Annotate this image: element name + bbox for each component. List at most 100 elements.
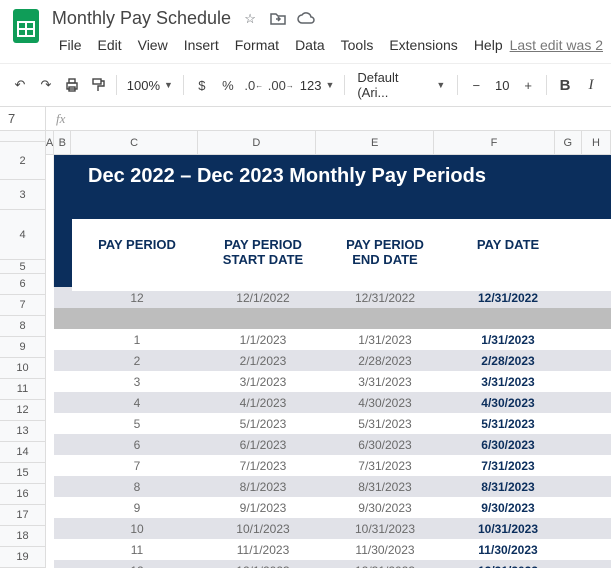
fx-label: fx	[46, 111, 75, 127]
star-icon[interactable]: ☆	[241, 10, 259, 28]
sheets-logo[interactable]	[8, 8, 44, 44]
col-header-end-date: PAY PERIODEND DATE	[324, 227, 446, 277]
cell-period: 12	[72, 564, 202, 569]
paint-format-button[interactable]	[86, 72, 110, 98]
move-icon[interactable]	[269, 10, 287, 28]
col-header-D[interactable]: D	[198, 131, 316, 154]
table-row[interactable]: 66/1/20236/30/20236/30/2023	[54, 434, 611, 455]
cell-start: 8/1/2023	[202, 480, 324, 494]
menu-data[interactable]: Data	[288, 33, 332, 57]
cell-paydate: 9/30/2023	[446, 501, 570, 515]
row-header-14[interactable]: 14	[0, 442, 45, 463]
col-header-A[interactable]: A	[46, 131, 54, 154]
cell-end: 5/31/2023	[324, 417, 446, 431]
cell-start: 2/1/2023	[202, 354, 324, 368]
row-header-18[interactable]: 18	[0, 526, 45, 547]
row-header-2[interactable]: 2	[0, 142, 45, 180]
sheet-title: Dec 2022 – Dec 2023 Monthly Pay Periods	[72, 155, 611, 188]
font-size-increase[interactable]: +	[516, 72, 540, 98]
menu-view[interactable]: View	[131, 33, 175, 57]
name-box[interactable]: 7	[0, 107, 46, 130]
cell-period: 4	[72, 396, 202, 410]
bold-button[interactable]: B	[553, 72, 577, 98]
menu-format[interactable]: Format	[228, 33, 286, 57]
formula-input[interactable]	[75, 107, 611, 130]
currency-button[interactable]: $	[190, 72, 214, 98]
cell-start: 1/1/2023	[202, 333, 324, 347]
table-row[interactable]: 88/1/20238/31/20238/31/2023	[54, 476, 611, 497]
col-header-C[interactable]: C	[71, 131, 197, 154]
number-format-selector[interactable]: 123▼	[296, 78, 339, 93]
row-header-12[interactable]: 12	[0, 400, 45, 421]
row-headers: 2345678910111213141516171819	[0, 142, 46, 568]
app-header: Monthly Pay Schedule ☆ FileEditViewInser…	[0, 0, 611, 57]
cell-period: 11	[72, 543, 202, 557]
cell-paydate: 4/30/2023	[446, 396, 570, 410]
table-row[interactable]: 22/1/20232/28/20232/28/2023	[54, 350, 611, 371]
cell-start: 5/1/2023	[202, 417, 324, 431]
row-header-4[interactable]: 4	[0, 210, 45, 260]
row-header-6[interactable]: 6	[0, 274, 45, 295]
col-header-F[interactable]: F	[434, 131, 554, 154]
row-header-10[interactable]: 10	[0, 358, 45, 379]
table-row[interactable]: 1212/1/202312/31/202312/31/2023	[54, 560, 611, 568]
table-row[interactable]: 99/1/20239/30/20239/30/2023	[54, 497, 611, 518]
percent-button[interactable]: %	[216, 72, 240, 98]
redo-button[interactable]: ↷	[34, 72, 58, 98]
table-row[interactable]: 11/1/20231/31/20231/31/2023	[54, 329, 611, 350]
print-button[interactable]	[60, 72, 84, 98]
row-header-8[interactable]: 8	[0, 316, 45, 337]
menu-extensions[interactable]: Extensions	[382, 33, 464, 57]
column-headers: ABCDEFGH	[46, 131, 611, 155]
col-header-G[interactable]: G	[555, 131, 582, 154]
row-header-15[interactable]: 15	[0, 463, 45, 484]
cell-period: 3	[72, 375, 202, 389]
menu-insert[interactable]: Insert	[177, 33, 226, 57]
font-selector[interactable]: Default (Ari...▼	[351, 70, 451, 100]
row-header-16[interactable]: 16	[0, 484, 45, 505]
document-title[interactable]: Monthly Pay Schedule	[52, 8, 231, 29]
table-row[interactable]: 77/1/20237/31/20237/31/2023	[54, 455, 611, 476]
cell-period: 10	[72, 522, 202, 536]
italic-button[interactable]: I	[579, 72, 603, 98]
spreadsheet-grid[interactable]: 2345678910111213141516171819 ABCDEFGH De…	[0, 131, 611, 568]
last-edit-link[interactable]: Last edit was 2	[510, 37, 603, 53]
menu-file[interactable]: File	[52, 33, 89, 57]
row-header-5[interactable]: 5	[0, 260, 45, 274]
cell-period: 8	[72, 480, 202, 494]
select-all-corner[interactable]	[0, 131, 46, 142]
menu-edit[interactable]: Edit	[90, 33, 128, 57]
table-row[interactable]: 55/1/20235/31/20235/31/2023	[54, 413, 611, 434]
cloud-icon[interactable]	[297, 10, 315, 28]
menu-help[interactable]: Help	[467, 33, 510, 57]
row-header-19[interactable]: 19	[0, 547, 45, 568]
cell-end: 12/31/2023	[324, 564, 446, 569]
table-row[interactable]: 44/1/20234/30/20234/30/2023	[54, 392, 611, 413]
undo-button[interactable]: ↶	[8, 72, 32, 98]
col-header-H[interactable]: H	[582, 131, 611, 154]
decrease-decimal-button[interactable]: .0←	[242, 72, 266, 98]
cells-area[interactable]: Dec 2022 – Dec 2023 Monthly Pay Periods …	[46, 155, 611, 568]
row-header-7[interactable]: 7	[0, 295, 45, 316]
table-row[interactable]: 33/1/20233/31/20233/31/2023	[54, 371, 611, 392]
cell-start: 4/1/2023	[202, 396, 324, 410]
font-size-input[interactable]: 10	[490, 78, 514, 93]
cell-paydate: 11/30/2023	[446, 543, 570, 557]
table-row[interactable]: 1111/1/202311/30/202311/30/2023	[54, 539, 611, 560]
row-header-9[interactable]: 9	[0, 337, 45, 358]
table-row[interactable]	[54, 308, 611, 329]
increase-decimal-button[interactable]: .00→	[268, 72, 294, 98]
col-header-start-date: PAY PERIODSTART DATE	[202, 227, 324, 277]
table-row[interactable]: 1010/1/202310/31/202310/31/2023	[54, 518, 611, 539]
row-header-11[interactable]: 11	[0, 379, 45, 400]
zoom-selector[interactable]: 100%▼	[123, 78, 177, 93]
col-header-E[interactable]: E	[316, 131, 434, 154]
col-header-B[interactable]: B	[54, 131, 71, 154]
cell-paydate: 8/31/2023	[446, 480, 570, 494]
row-header-17[interactable]: 17	[0, 505, 45, 526]
row-header-3[interactable]: 3	[0, 180, 45, 210]
font-size-decrease[interactable]: −	[464, 72, 488, 98]
row-header-13[interactable]: 13	[0, 421, 45, 442]
cell-paydate: 12/31/2023	[446, 564, 570, 569]
menu-tools[interactable]: Tools	[334, 33, 381, 57]
